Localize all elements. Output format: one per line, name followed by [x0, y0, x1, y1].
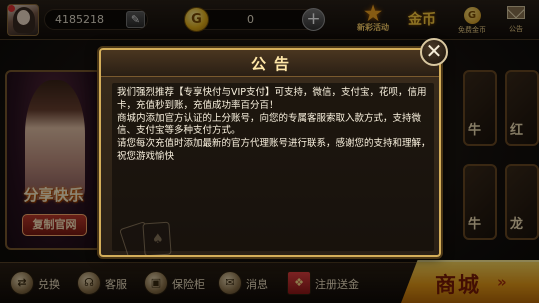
close-icon: ✕: [425, 39, 443, 63]
announcement-text: 我们强烈推荐【专享快付与VIP支付】可支持，微信，支付宝，花呗，信用卡，充值秒到…: [117, 87, 435, 164]
announcement-paragraph: 我们强烈推荐【专享快付与VIP支付】可支持，微信，支付宝，花呗，信用卡，充值秒到…: [117, 87, 427, 111]
announcement-paragraph: 商城内添加官方认证的上分账号，向您的专属客服索取入款方式，支持微信、支付宝等多种…: [117, 112, 422, 137]
dialog-title: 公告: [250, 55, 297, 73]
dialog-body: 我们强烈推荐【专享快付与VIP支付】可支持，微信，支付宝，花呗，信用卡，充值秒到…: [112, 83, 435, 255]
playing-cards-icon: ♠: [120, 221, 172, 255]
dialog-header: 公告: [101, 50, 439, 77]
announcement-paragraph: 请您每次充值时添加最新的官方代理账号进行联系，感谢您的支持和理解，祝您游戏愉快: [117, 138, 431, 162]
close-dialog-button[interactable]: ✕: [420, 38, 448, 66]
announcement-dialog: 公告 我们强烈推荐【专享快付与VIP支付】可支持，微信，支付宝，花呗，信用卡，充…: [99, 48, 441, 257]
svg-text:♠: ♠: [152, 232, 164, 247]
